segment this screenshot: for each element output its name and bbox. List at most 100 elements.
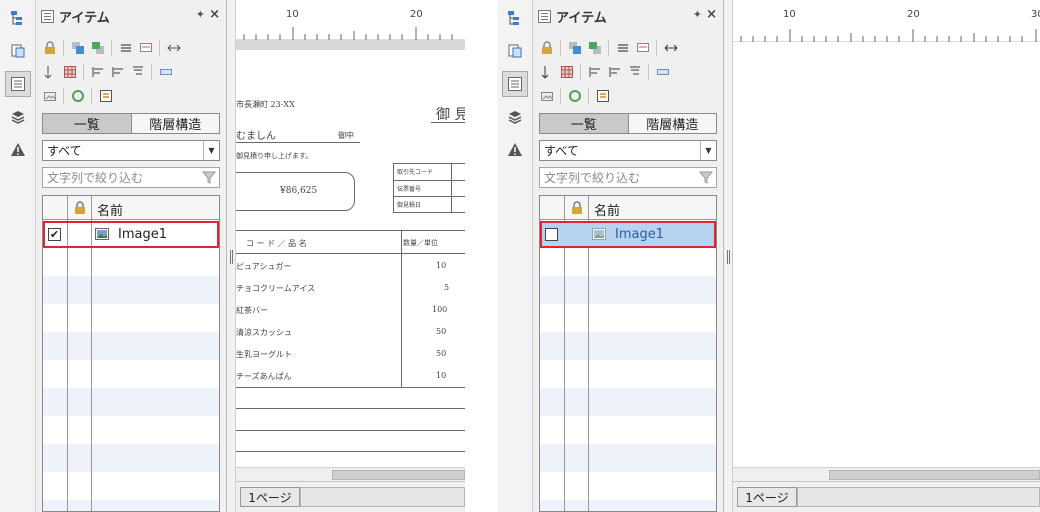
page-tab-strip [797, 487, 1040, 507]
align-left-icon[interactable] [89, 64, 106, 81]
table-tool-icon[interactable] [61, 64, 78, 81]
distribute-horizontal-icon[interactable] [165, 40, 182, 57]
doc-honorific: 御中 [338, 131, 354, 140]
distribute-vertical-icon[interactable] [41, 64, 58, 81]
view-mode-tabs: 一覧 階層構造 [539, 113, 717, 134]
horizontal-scrollbar[interactable] [733, 467, 1040, 481]
tab-list[interactable]: 一覧 [540, 114, 628, 133]
chevron-down-icon[interactable]: ▼ [700, 141, 716, 160]
table-row-qty: 100 [432, 305, 448, 314]
filter-type-select[interactable]: すべて ▼ [539, 140, 717, 161]
panel-title: アイテム [59, 10, 110, 26]
scrollbar-thumb[interactable] [332, 470, 465, 480]
table-header-name: コ ー ド ／ 品 名 [246, 239, 307, 248]
warning-icon[interactable] [502, 137, 528, 163]
table-row-name: チョコクリームアイス [236, 284, 316, 293]
item-list-icon[interactable] [502, 71, 528, 97]
panel-splitter[interactable] [724, 0, 733, 512]
panel-title: アイテム [556, 10, 607, 26]
recycle-icon[interactable] [69, 88, 86, 105]
document-canvas[interactable]: 10 20 30 1ページ [733, 0, 1040, 512]
image-tool-icon[interactable] [41, 88, 58, 105]
splitter-grip-icon[interactable] [727, 250, 730, 264]
grid-header: 名前 [540, 196, 716, 220]
page-tab[interactable]: 1ページ [240, 487, 300, 507]
recycle-icon[interactable] [566, 88, 583, 105]
resize-icon[interactable] [157, 64, 174, 81]
page-tab[interactable]: 1ページ [737, 487, 797, 507]
table-row-qty: 10 [436, 371, 447, 380]
toolbar-row-2 [538, 61, 671, 83]
group-icon[interactable] [614, 40, 631, 57]
lock-tool-icon[interactable] [41, 40, 58, 57]
document-canvas[interactable]: 10 20 市長瀬町 23-XX 御 見 むましん 御中 御見積り申し上げます。… [236, 0, 465, 512]
bring-front-icon[interactable] [69, 40, 86, 57]
filter-type-select[interactable]: すべて ▼ [42, 140, 220, 161]
structure-icon[interactable] [5, 5, 31, 31]
image-tool-icon[interactable] [538, 88, 555, 105]
view-mode-tabs: 一覧 階層構造 [42, 113, 220, 134]
status-bar: 1ページ [236, 481, 465, 512]
funnel-icon[interactable] [698, 170, 714, 187]
chevron-down-icon[interactable]: ▼ [203, 141, 219, 160]
distribute-horizontal-icon[interactable] [662, 40, 679, 57]
visibility-checkbox[interactable]: ✔ [48, 228, 61, 241]
ungroup-icon[interactable] [634, 40, 651, 57]
splitter-grip-icon[interactable] [230, 250, 233, 264]
close-icon[interactable]: × [706, 7, 717, 22]
structure-icon[interactable] [502, 5, 528, 31]
properties-icon[interactable] [97, 88, 114, 105]
align-right-icon[interactable] [606, 64, 623, 81]
lock-tool-icon[interactable] [538, 40, 555, 57]
warning-icon[interactable] [5, 137, 31, 163]
bring-front-icon[interactable] [566, 40, 583, 57]
align-right-icon[interactable] [109, 64, 126, 81]
send-back-icon[interactable] [586, 40, 603, 57]
copy-page-icon[interactable] [5, 38, 31, 64]
item-row-image1[interactable]: Image1 [540, 221, 716, 248]
tab-tree[interactable]: 階層構造 [627, 114, 716, 133]
align-left-icon[interactable] [586, 64, 603, 81]
pin-icon[interactable]: ✦ [196, 8, 205, 21]
items-panel: アイテム ✦ × [533, 0, 724, 512]
item-list-icon[interactable] [5, 71, 31, 97]
resize-icon[interactable] [654, 64, 671, 81]
lock-column-icon[interactable] [73, 200, 87, 218]
distribute-vertical-icon[interactable] [538, 64, 555, 81]
item-row-image1[interactable]: ✔ Image1 [43, 221, 219, 248]
doc-amount: ¥86,625 [280, 186, 318, 196]
column-name-header[interactable]: 名前 [97, 200, 123, 219]
table-header-qty: 数量／単位 [403, 239, 438, 247]
group-icon[interactable] [117, 40, 134, 57]
close-icon[interactable]: × [209, 7, 220, 22]
panel-splitter[interactable] [227, 0, 236, 512]
copy-page-icon[interactable] [502, 38, 528, 64]
filter-input[interactable]: 文字列で絞り込む [539, 167, 717, 188]
table-row-name: 紅茶バー [236, 306, 268, 315]
layers-icon[interactable] [5, 104, 31, 130]
toolbar-row-1 [538, 37, 679, 59]
lock-column-icon[interactable] [570, 200, 584, 218]
info-label: 伝票番号 [397, 186, 422, 193]
send-back-icon[interactable] [89, 40, 106, 57]
table-tool-icon[interactable] [558, 64, 575, 81]
visibility-checkbox[interactable] [545, 228, 558, 241]
scrollbar-thumb[interactable] [829, 470, 1040, 480]
funnel-icon[interactable] [201, 170, 217, 187]
table-row-name: チーズあんぱん [236, 372, 292, 381]
layers-icon[interactable] [502, 104, 528, 130]
column-name-header[interactable]: 名前 [594, 200, 620, 219]
table-row-name: ピュアシュガー [236, 262, 292, 271]
tab-tree[interactable]: 階層構造 [130, 114, 219, 133]
item-name: Image1 [118, 227, 167, 242]
align-top-icon[interactable] [626, 64, 643, 81]
right-window: アイテム ✦ × 一覧 階層構造 すべて ▼ 文字列で絞り込む 名前 Image… [497, 0, 1040, 512]
filter-type-value: すべて [47, 144, 82, 158]
ungroup-icon[interactable] [137, 40, 154, 57]
align-top-icon[interactable] [129, 64, 146, 81]
tab-list[interactable]: 一覧 [43, 114, 131, 133]
pin-icon[interactable]: ✦ [693, 8, 702, 21]
horizontal-scrollbar[interactable] [236, 467, 465, 481]
filter-input[interactable]: 文字列で絞り込む [42, 167, 220, 188]
properties-icon[interactable] [594, 88, 611, 105]
